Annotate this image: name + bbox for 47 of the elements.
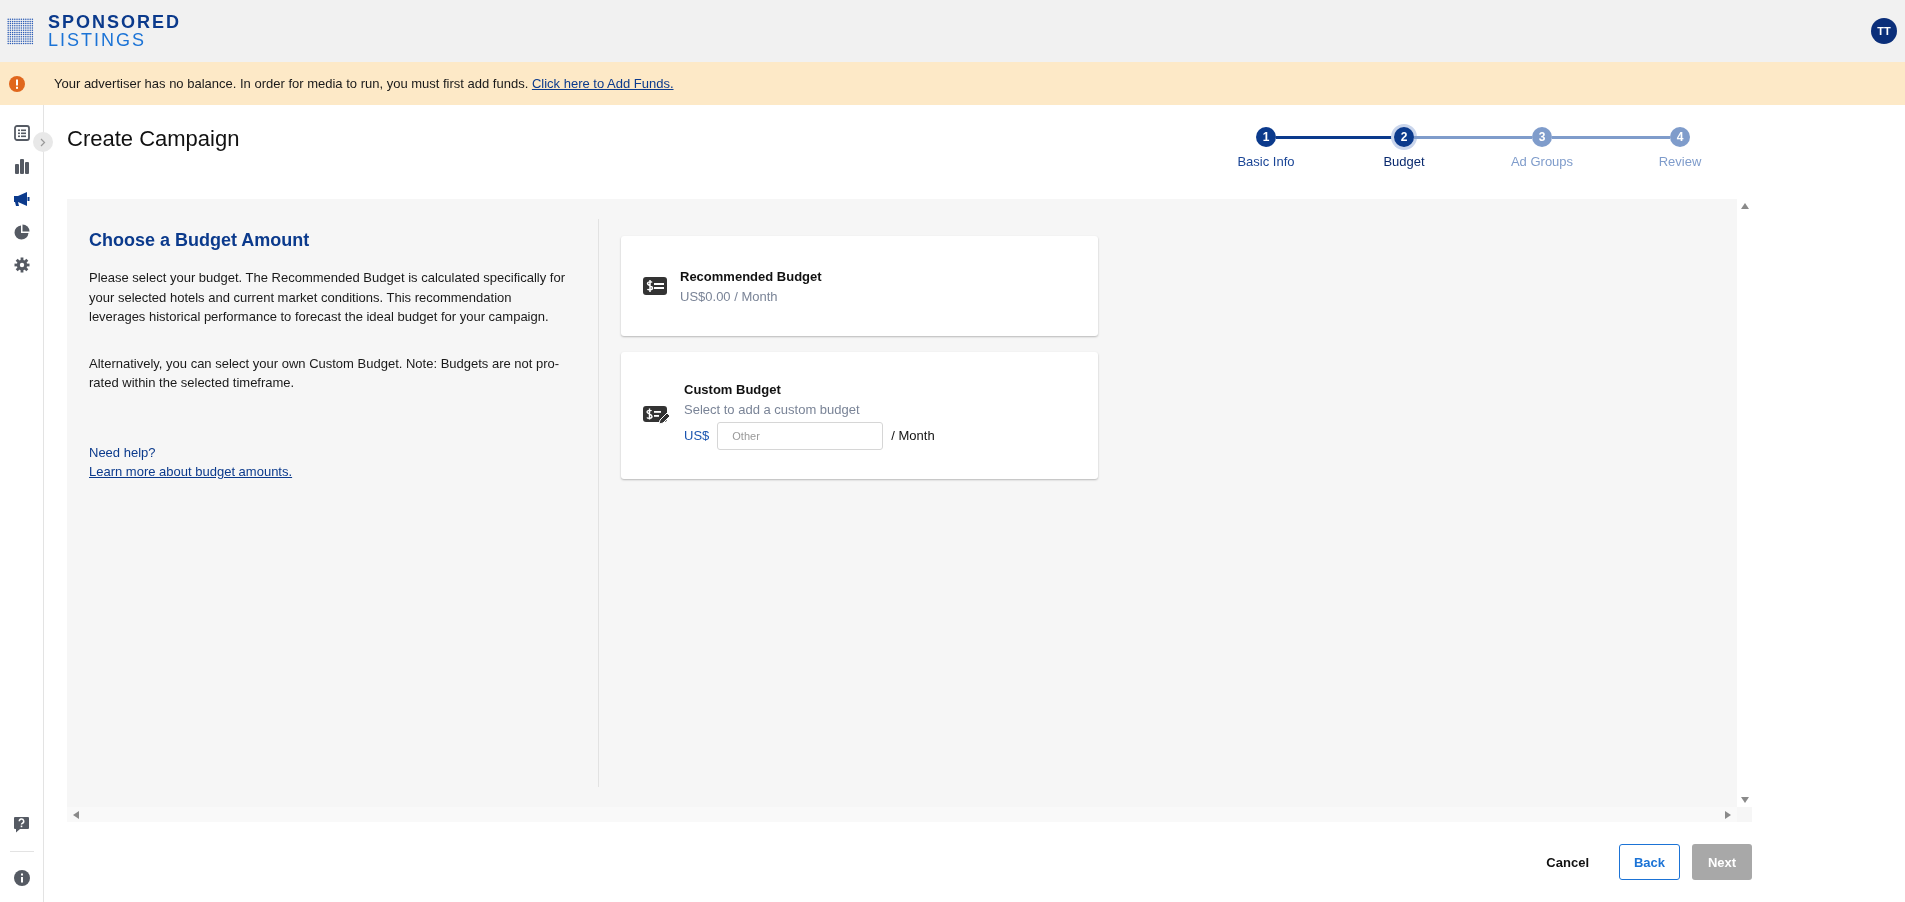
learn-more-link[interactable]: Learn more about budget amounts. (89, 461, 293, 481)
scroll-left-arrow-icon[interactable] (73, 810, 79, 819)
step-label: Budget (1383, 154, 1425, 169)
logo-text: LISTINGS (48, 31, 148, 49)
scroll-down-arrow-icon[interactable] (1740, 797, 1749, 803)
warning-icon (9, 75, 25, 92)
info-icon[interactable] (13, 870, 30, 886)
money-edit-icon (643, 405, 671, 426)
option-title: Custom Budget (684, 381, 782, 397)
description-text: Please select your budget. The Recommended Budget is calculated specifically for your selected hotels and current market conditions. This recommendation leverages historical performance to forecast the ideal budget for your campaign. (89, 269, 566, 326)
cancel-button[interactable]: Cancel (1528, 844, 1607, 880)
help-chat-icon[interactable] (13, 816, 30, 833)
megaphone-icon[interactable] (13, 191, 30, 207)
page-title: Create Campaign (67, 126, 240, 152)
scroll-right-arrow-icon[interactable] (1725, 810, 1731, 819)
back-button[interactable]: Back (1619, 844, 1680, 880)
period-label: / Month (891, 428, 935, 443)
alert-message: Your advertiser has no balance. In order for media to run, you must first add funds. Click here to Add Funds. (54, 76, 674, 91)
option-title: Recommended Budget (680, 268, 822, 284)
budget-option-card[interactable]: Custom Budget Select to add a custom budget US$ Other / Month (621, 352, 1098, 479)
step-number: 2 (1394, 127, 1414, 147)
chevron-right-icon (40, 137, 46, 147)
scroll-up-arrow-icon[interactable] (1740, 203, 1749, 209)
help-text: Need help? (89, 443, 157, 462)
custom-budget-input[interactable]: Other (717, 421, 884, 450)
logo-text: SPONSORED (48, 13, 182, 31)
budget-option-card[interactable]: Recommended Budget US$0.00 / Month (621, 236, 1098, 336)
bar-chart-icon[interactable] (13, 158, 30, 174)
description-text: Alternatively, you can select your own Custom Budget. Note: Budgets are not pro-rated within the selected timeframe. (89, 354, 561, 392)
step-number: 4 (1670, 127, 1690, 147)
dot-grid-logo-icon (7, 17, 34, 45)
option-detail: US$0.00 / Month (680, 288, 779, 304)
option-detail: Select to add a custom budget (684, 401, 861, 417)
settings-icon[interactable] (13, 257, 30, 273)
user-avatar[interactable]: TT (1871, 18, 1897, 44)
step-number: 3 (1532, 127, 1552, 147)
section-heading: Choose a Budget Amount (89, 230, 311, 251)
currency-label: US$ (684, 428, 710, 443)
list-icon[interactable] (13, 125, 30, 141)
pie-chart-icon[interactable] (13, 224, 30, 240)
step-label: Basic Info (1237, 154, 1295, 169)
money-icon (643, 277, 667, 295)
add-funds-link[interactable]: Click here to Add Funds. (531, 76, 674, 91)
step-label: Ad Groups (1510, 154, 1574, 169)
step-number: 1 (1256, 127, 1276, 147)
step-label: Review (1658, 154, 1702, 169)
sidebar-toggle-button[interactable] (33, 132, 53, 152)
